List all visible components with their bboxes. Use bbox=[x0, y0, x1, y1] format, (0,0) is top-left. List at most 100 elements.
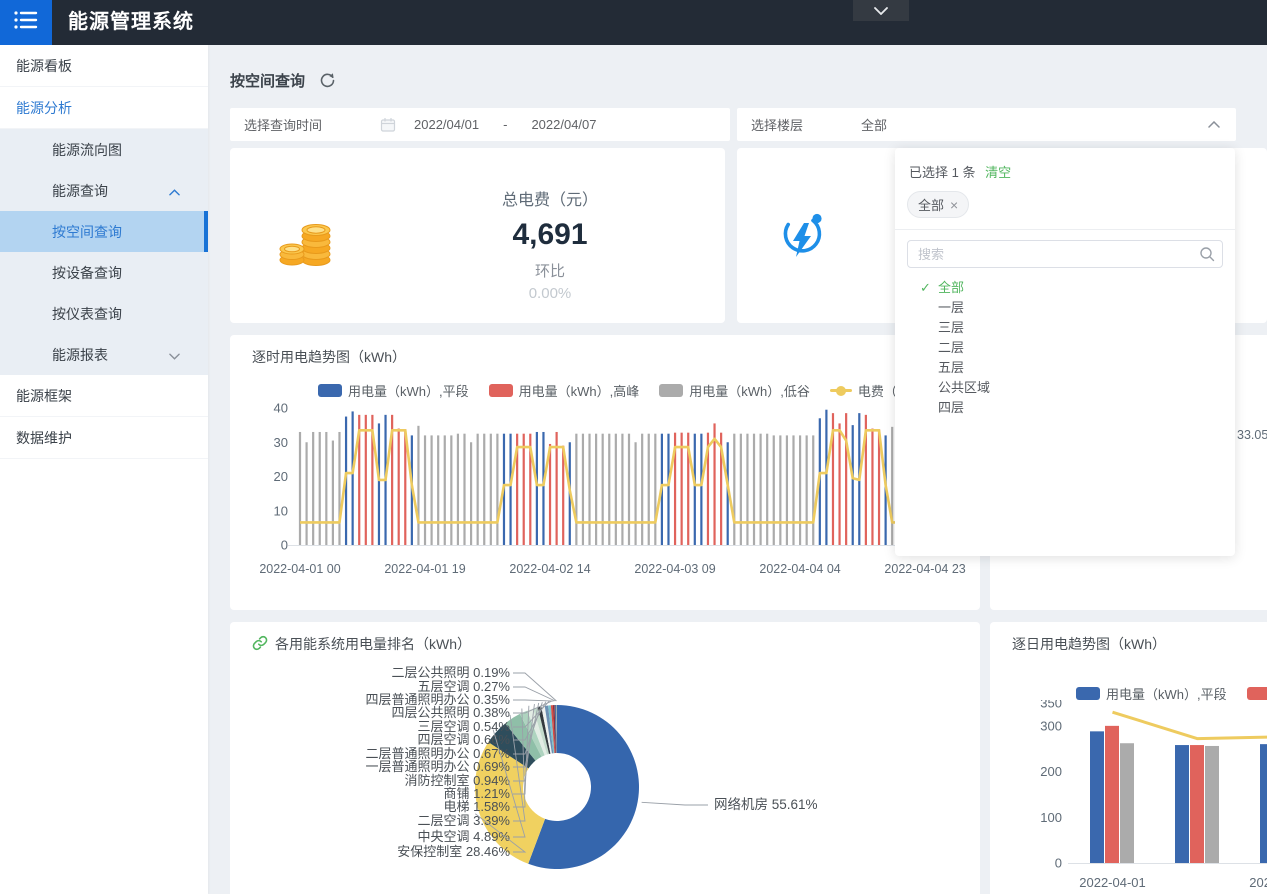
sidebar-item-0[interactable]: 能源看板 bbox=[0, 45, 208, 87]
legend-item[interactable]: 用电量（kWh）,低谷 bbox=[659, 381, 810, 400]
compare-label: 环比 bbox=[400, 260, 700, 281]
floor-option-全部[interactable]: ✓全部 bbox=[895, 278, 1235, 298]
hamburger-list-icon bbox=[13, 9, 39, 36]
total-fee-value: 4,691 bbox=[400, 218, 700, 252]
svg-text:0: 0 bbox=[281, 538, 288, 553]
legend-swatch bbox=[489, 384, 513, 397]
floor-option-二层[interactable]: 二层 bbox=[895, 338, 1235, 358]
sidebar-item-label: 按设备查询 bbox=[52, 263, 122, 283]
sidebar-item-5[interactable]: 按设备查询 bbox=[0, 252, 208, 293]
legend-swatch bbox=[659, 384, 683, 397]
floor-option-label: 全部 bbox=[938, 280, 964, 295]
menu-toggle-button[interactable] bbox=[0, 0, 52, 45]
legend-swatch bbox=[830, 389, 852, 392]
top-header: 能源管理系统 bbox=[0, 0, 1267, 45]
svg-text:40: 40 bbox=[274, 401, 288, 416]
tag-close-icon[interactable]: × bbox=[950, 197, 958, 213]
sidebar-item-label: 能源流向图 bbox=[52, 140, 122, 160]
legend-swatch bbox=[1247, 687, 1267, 700]
svg-text:2022-04-01 00: 2022-04-01 00 bbox=[259, 562, 340, 576]
date-end-value: 2022/04/07 bbox=[531, 117, 596, 132]
svg-text:2022-04-04 04: 2022-04-04 04 bbox=[759, 562, 840, 576]
pie-label: 一层普通照明办公 0.69% bbox=[366, 759, 511, 774]
chevron-down-icon bbox=[169, 347, 180, 363]
sidebar-item-label: 能源分析 bbox=[16, 98, 72, 118]
floor-option-label: 公共区域 bbox=[938, 380, 990, 395]
lightning-gauge-icon bbox=[778, 211, 826, 266]
page-title: 按空间查询 bbox=[230, 70, 305, 91]
floor-select-value: 全部 bbox=[861, 115, 887, 134]
daily-chart-title: 逐日用电趋势图（kWh） bbox=[1012, 634, 1166, 654]
sidebar-item-label: 数据维护 bbox=[16, 428, 72, 448]
date-start-value: 2022/04/01 bbox=[414, 117, 479, 132]
svg-text:200: 200 bbox=[1040, 764, 1062, 779]
legend-item[interactable]: 用电量（kWh）,高峰 bbox=[489, 381, 640, 400]
sidebar-item-label: 按仪表查询 bbox=[52, 304, 122, 324]
sidebar-item-2[interactable]: 能源流向图 bbox=[0, 129, 208, 170]
legend-item[interactable]: 用电量（kWh）,平段 bbox=[318, 381, 469, 400]
pie-label: 四层公共照明 0.38% bbox=[392, 705, 511, 720]
app-root: 能源管理系统 能源看板能源分析能源流向图能源查询按空间查询按设备查询按仪表查询能… bbox=[0, 0, 1267, 894]
legend-label: 用电量（kWh）,平段 bbox=[348, 381, 469, 400]
floor-option-四层[interactable]: 四层 bbox=[895, 398, 1235, 418]
date-range-label: 选择查询时间 bbox=[244, 115, 322, 134]
selected-count-text: 已选择 1 条 bbox=[909, 165, 975, 180]
calendar-icon bbox=[380, 117, 396, 133]
floor-option-label: 一层 bbox=[938, 300, 964, 315]
floor-option-三层[interactable]: 三层 bbox=[895, 318, 1235, 338]
chevron-up-icon bbox=[1208, 121, 1220, 128]
floor-option-公共区域[interactable]: 公共区域 bbox=[895, 378, 1235, 398]
sidebar-item-label: 能源查询 bbox=[52, 181, 108, 201]
sidebar-item-8[interactable]: 能源框架 bbox=[0, 375, 208, 417]
floor-select-label: 选择楼层 bbox=[751, 115, 803, 134]
legend-swatch bbox=[1076, 687, 1100, 700]
sidebar-item-4[interactable]: 按空间查询 bbox=[0, 211, 208, 252]
floor-option-label: 五层 bbox=[938, 360, 964, 375]
total-fee-title: 总电费（元） bbox=[400, 186, 700, 210]
sidebar-item-1[interactable]: 能源分析 bbox=[0, 87, 208, 129]
floor-dropdown-panel: 已选择 1 条 清空 全部 × ✓全部一层三层二层五层公共区域四层 bbox=[895, 148, 1235, 556]
legend-label: 用电量（kWh）,高峰 bbox=[519, 381, 640, 400]
hourly-chart-title: 逐时用电趋势图（kWh） bbox=[252, 347, 406, 367]
legend-label: 用电量（kWh）,低谷 bbox=[689, 381, 810, 400]
floor-option-五层[interactable]: 五层 bbox=[895, 358, 1235, 378]
refresh-icon[interactable] bbox=[319, 72, 336, 89]
pie-label: 电梯 1.58% bbox=[444, 799, 511, 814]
svg-text:2022-04-04 23: 2022-04-04 23 bbox=[884, 562, 965, 576]
hourly-trend-card: 逐时用电趋势图（kWh） 用电量（kWh）,平段 用电量（kWh）,高峰 用电量（k… bbox=[230, 335, 980, 610]
total-fee-card: 总电费（元） 4,691 环比 0.00% bbox=[230, 148, 725, 323]
date-separator: - bbox=[503, 117, 507, 132]
floor-search-input[interactable] bbox=[907, 240, 1223, 268]
sidebar-item-7[interactable]: 能源报表 bbox=[0, 334, 208, 375]
clear-selection-button[interactable]: 清空 bbox=[985, 165, 1011, 180]
partial-axis-value: 33.05 bbox=[1237, 428, 1267, 442]
magnifier-icon bbox=[1199, 246, 1215, 265]
floor-option-一层[interactable]: 一层 bbox=[895, 298, 1235, 318]
date-range-picker[interactable]: 选择查询时间 2022/04/01 - 2022/04/07 bbox=[230, 108, 730, 141]
svg-text:10: 10 bbox=[274, 503, 288, 518]
header-collapse-button[interactable] bbox=[853, 0, 909, 21]
daily-chart-canvas: 01002003003502022-04-012022-04-03 bbox=[990, 700, 1267, 894]
coin-stack-icon bbox=[278, 210, 342, 273]
sidebar-item-label: 能源报表 bbox=[52, 345, 108, 365]
pie-label: 二层空调 3.39% bbox=[418, 813, 511, 828]
sidebar-item-9[interactable]: 数据维护 bbox=[0, 417, 208, 459]
chevron-up-icon bbox=[169, 183, 180, 199]
svg-text:30: 30 bbox=[274, 435, 288, 450]
pie-label: 中央空调 4.89% bbox=[418, 829, 511, 844]
selected-tag-label: 全部 bbox=[918, 195, 944, 214]
selected-tag: 全部 × bbox=[907, 191, 969, 218]
pie-label: 安保控制室 28.46% bbox=[397, 844, 510, 859]
svg-text:2022-04-03 09: 2022-04-03 09 bbox=[634, 562, 715, 576]
floor-select[interactable]: 选择楼层 全部 bbox=[737, 108, 1236, 141]
sidebar-item-6[interactable]: 按仪表查询 bbox=[0, 293, 208, 334]
sidebar-item-label: 能源框架 bbox=[16, 386, 72, 406]
sidebar-item-label: 能源看板 bbox=[16, 56, 72, 76]
ranking-chart-canvas: 二层公共照明 0.19%五层空调 0.27%四层普通照明办公 0.35%四层公共… bbox=[230, 658, 980, 894]
ranking-chart-title: 各用能系统用电量排名（kWh） bbox=[275, 634, 471, 654]
sidebar: 能源看板能源分析能源流向图能源查询按空间查询按设备查询按仪表查询能源报表能源框架… bbox=[0, 45, 208, 894]
svg-text:300: 300 bbox=[1040, 718, 1062, 733]
sidebar-item-3[interactable]: 能源查询 bbox=[0, 170, 208, 211]
pie-label: 二层公共照明 0.19% bbox=[392, 665, 511, 680]
svg-text:0: 0 bbox=[1055, 856, 1062, 871]
